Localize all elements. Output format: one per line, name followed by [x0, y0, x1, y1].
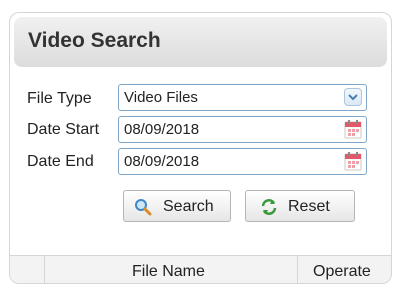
reset-button[interactable]: Reset	[245, 190, 355, 222]
panel-header: Video Search	[14, 17, 387, 67]
reset-button-label: Reset	[288, 198, 330, 215]
column-divider	[44, 256, 45, 283]
calendar-icon[interactable]	[344, 152, 362, 176]
file-type-select[interactable]: Video Files	[118, 84, 367, 111]
video-search-panel: Video Search File Type Video Files Date …	[9, 12, 392, 284]
date-end-field[interactable]: 08/09/2018	[118, 148, 367, 175]
file-type-label: File Type	[27, 90, 92, 107]
chevron-down-icon[interactable]	[344, 88, 362, 106]
date-start-label: Date Start	[27, 121, 100, 138]
refresh-icon	[260, 198, 278, 221]
date-start-field[interactable]: 08/09/2018	[118, 116, 367, 143]
search-button[interactable]: Search	[123, 190, 231, 222]
calendar-icon[interactable]	[344, 120, 362, 144]
search-button-label: Search	[163, 198, 214, 215]
column-divider	[297, 256, 298, 283]
file-type-value: Video Files	[124, 89, 198, 106]
results-table-header: File Name Operate	[10, 255, 391, 283]
magnifier-icon	[134, 198, 152, 221]
date-start-value: 08/09/2018	[124, 121, 200, 138]
column-header-file-name[interactable]: File Name	[132, 263, 205, 281]
column-header-operate[interactable]: Operate	[313, 263, 371, 281]
date-end-value: 08/09/2018	[124, 153, 200, 170]
panel-title: Video Search	[28, 29, 161, 52]
date-end-label: Date End	[27, 153, 94, 170]
